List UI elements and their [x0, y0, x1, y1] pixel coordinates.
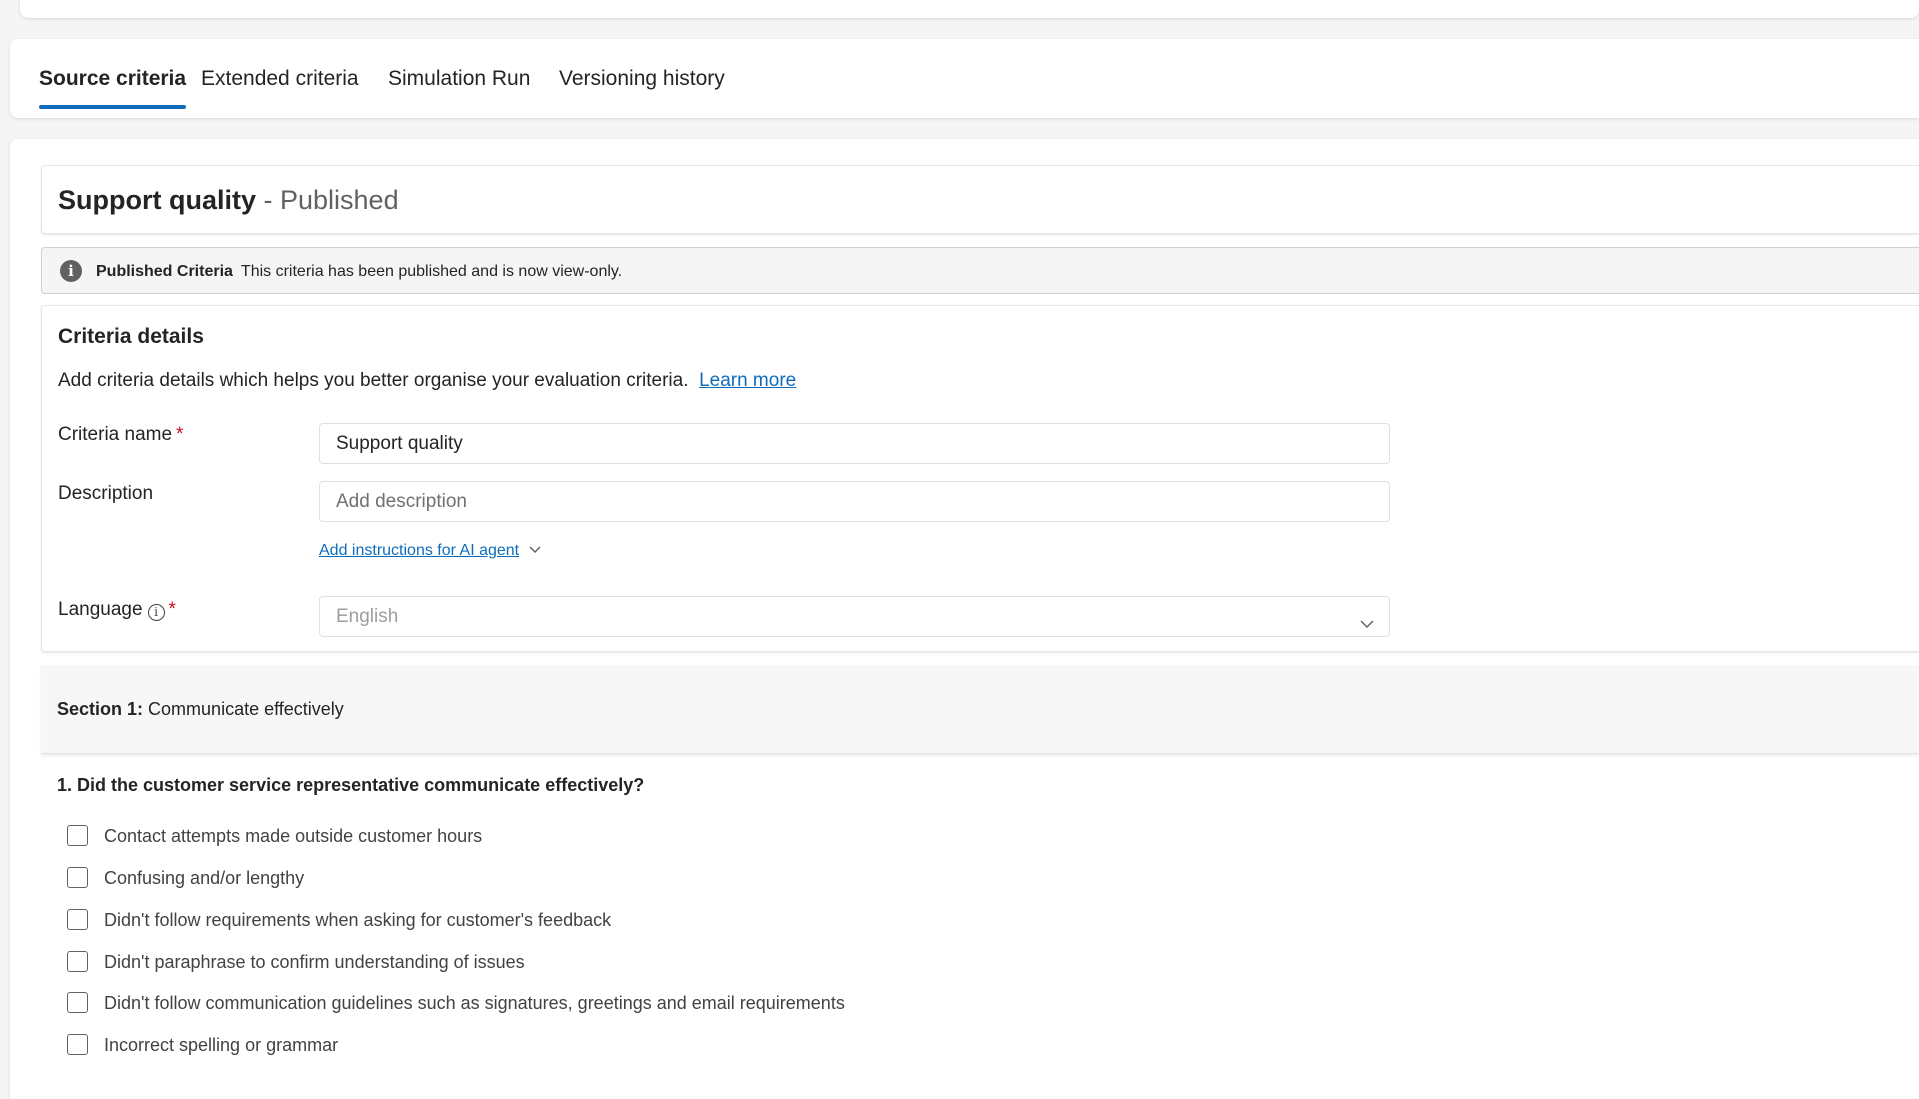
language-label: Language i * [58, 599, 176, 621]
option-label: Contact attempts made outside customer h… [104, 826, 483, 846]
criteria-name-label: Criteria name * [58, 424, 183, 446]
option-label: Didn't follow requirements when asking f… [104, 910, 612, 930]
learn-more-link[interactable]: Learn more [699, 370, 796, 391]
add-ai-instructions-toggle[interactable]: Add instructions for AI agent [319, 541, 541, 560]
option-checkbox[interactable] [67, 825, 88, 846]
language-select[interactable]: English [319, 596, 1390, 637]
title-separator: - [256, 185, 280, 215]
chevron-down-icon [529, 541, 541, 559]
page-title: Support quality - Published [58, 166, 399, 235]
option-label: Confusing and/or lengthy [104, 868, 305, 888]
required-indicator: * [176, 424, 184, 445]
criteria-name-input[interactable]: Support quality [319, 423, 1390, 464]
required-indicator: * [168, 599, 176, 620]
banner-title: Published Criteria [96, 263, 233, 280]
tab-bar: Source criteria Extended criteria Simula… [10, 39, 1919, 118]
option-checkbox[interactable] [67, 992, 88, 1013]
banner-text: Published Criteria This criteria has been… [96, 248, 622, 295]
tab-extended-criteria[interactable]: Extended criteria [201, 39, 359, 118]
info-icon[interactable]: i [147, 604, 165, 621]
language-value: English [336, 606, 399, 627]
published-info-banner: i Published Criteria This criteria has be… [41, 247, 1919, 294]
criteria-details-card: Criteria details Add criteria details wh… [41, 305, 1919, 652]
status-label: Published [280, 185, 399, 215]
info-icon: i [60, 260, 82, 282]
option-checkbox[interactable] [67, 951, 88, 972]
page-title-text: Support quality [58, 185, 256, 215]
section-title: Section 1: Communicate effectively [57, 665, 344, 754]
title-card: Support quality - Published [41, 165, 1919, 234]
option-checkbox[interactable] [67, 867, 88, 888]
description-text: Add criteria details which helps you bet… [58, 370, 689, 391]
banner-message: This criteria has been published and is … [240, 263, 623, 280]
add-ai-instructions-link[interactable]: Add instructions for AI agent [319, 542, 519, 559]
section-name: Communicate effectively [148, 699, 344, 719]
language-label-text: Language [58, 599, 143, 620]
tab-simulation-run[interactable]: Simulation Run [388, 39, 530, 118]
option-label: Didn't paraphrase to confirm understandi… [104, 952, 525, 972]
option-label: Didn't follow communication guidelines s… [104, 993, 845, 1013]
description-input[interactable]: Add description [319, 481, 1390, 522]
option-checkbox[interactable] [67, 909, 88, 930]
option-checkbox[interactable] [67, 1034, 88, 1055]
criteria-details-heading: Criteria details [58, 325, 204, 348]
question-text: 1. Did the customer service representati… [57, 775, 645, 795]
section-prefix: Section 1: [57, 699, 144, 719]
chevron-down-icon [1359, 607, 1374, 629]
description-label: Description [58, 483, 154, 504]
tab-versioning-history[interactable]: Versioning history [559, 39, 725, 118]
top-command-bar [20, 0, 1919, 18]
option-label: Incorrect spelling or grammar [104, 1035, 339, 1055]
criteria-details-description: Add criteria details which helps you bet… [58, 370, 796, 392]
tab-source-criteria[interactable]: Source criteria [39, 39, 187, 118]
section-header[interactable]: Section 1: Communicate effectively [41, 665, 1919, 754]
criteria-name-label-text: Criteria name [58, 424, 173, 445]
